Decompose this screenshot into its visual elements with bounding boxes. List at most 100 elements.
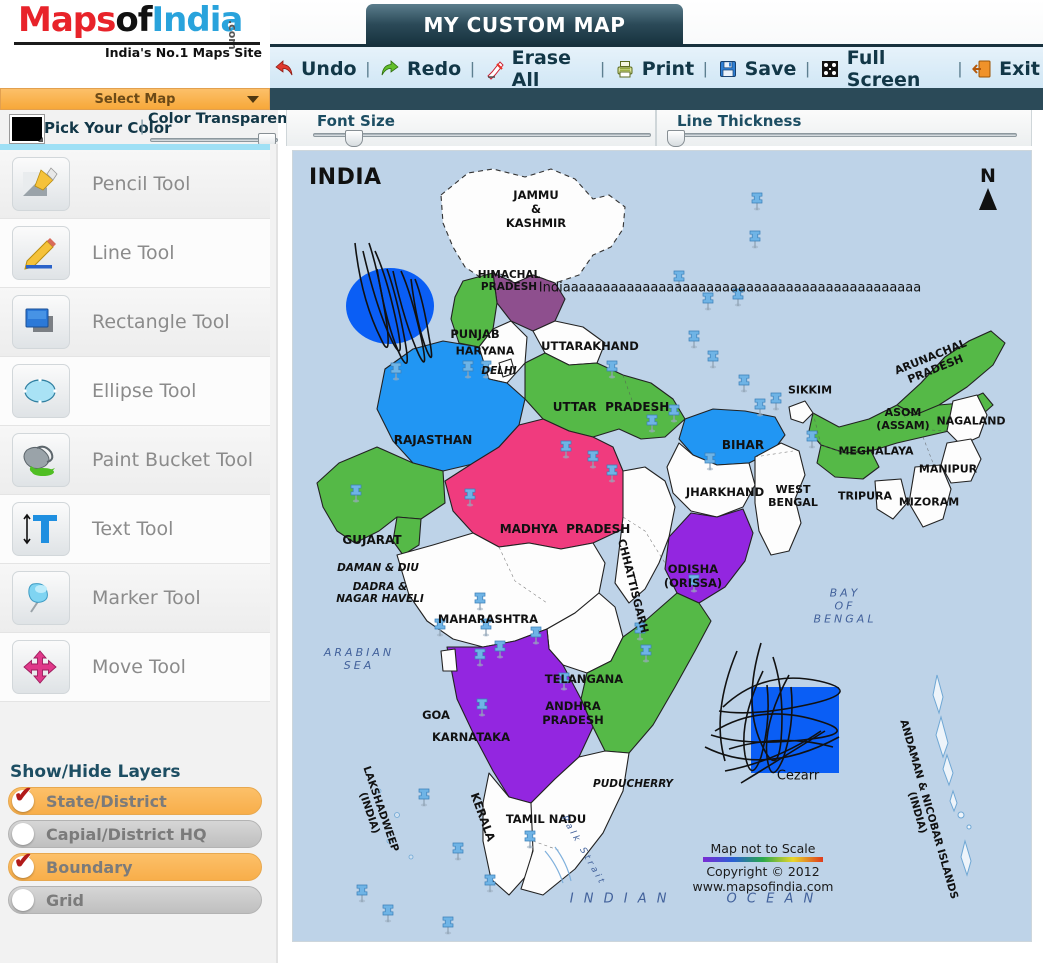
left-sidebar: Pencil Tool Line Tool Rectangle Tool Ellips…: [0, 144, 278, 963]
toolbar-item-label: Redo: [407, 58, 462, 80]
toolbar-separator: |: [957, 59, 963, 78]
pick-color-swatch[interactable]: [10, 115, 44, 143]
layers-panel: Show/Hide Layers ✔ State/District Capial/D…: [0, 754, 270, 919]
paint-bucket-icon-box: [12, 433, 70, 487]
fullscreen-icon: [819, 58, 841, 80]
exit-door-icon: [971, 58, 993, 80]
rectangle-icon-box: [12, 295, 70, 349]
india-map-svg: [316, 168, 1006, 936]
toolbar-item-label: Full Screen: [846, 47, 921, 91]
chevron-down-icon: [247, 96, 259, 103]
toolbar-redo-button[interactable]: Redo: [376, 58, 464, 80]
logo-maps-text: Maps: [18, 0, 116, 40]
tool-label: Line Tool: [92, 242, 175, 264]
toolbar-item-label: Print: [641, 58, 695, 80]
tool-move-tool[interactable]: Move Tool: [0, 633, 270, 702]
layer-toggle-boundary[interactable]: ✔ Boundary: [8, 850, 262, 881]
state-odisha: [664, 508, 754, 604]
lakshadweep-islands: [376, 788, 414, 860]
state-chhattisgarh: [614, 466, 676, 604]
toolbar-exit-button[interactable]: Exit: [968, 58, 1043, 80]
tool-label: Rectangle Tool: [92, 311, 230, 333]
toolbar-item-label: Exit: [999, 58, 1040, 80]
map-credit: Map not to Scale Copyright © 2012 www.ma…: [643, 841, 883, 894]
layer-label: Grid: [46, 890, 84, 910]
state-nagaland: [946, 394, 988, 446]
toolbar-separator: |: [365, 59, 371, 78]
color-transparency-label: Color Transparency: [148, 111, 306, 127]
layer-label: Capial/District HQ: [46, 824, 207, 844]
redo-arrow-icon: [381, 60, 399, 76]
tool-label: Paint Bucket Tool: [92, 449, 253, 471]
layer-label: State/District: [46, 791, 167, 811]
state-west-bengal: [754, 442, 806, 556]
tool-marker-tool[interactable]: Marker Tool: [0, 564, 270, 633]
toolbar-separator: |: [470, 59, 475, 78]
pencil-sketch-icon-box: [12, 157, 70, 211]
check-glyph: ✔: [14, 782, 33, 807]
paint-bucket-icon: [23, 445, 55, 476]
line-pencil-icon-box: [12, 226, 70, 280]
select-map-label: Select Map: [94, 91, 176, 107]
line-thickness-track[interactable]: [673, 133, 1017, 137]
tool-label: Pencil Tool: [92, 173, 191, 195]
rectangle-icon: [25, 308, 53, 332]
tool-rectangle-tool[interactable]: Rectangle Tool: [0, 288, 270, 357]
font-size-track[interactable]: [313, 133, 651, 137]
layer-label: Boundary: [46, 857, 133, 877]
color-controls-row: Pick Your Color | Color Transparency: [0, 110, 305, 150]
mapsofindia-logo[interactable]: MapsofIndia.com: [18, 0, 272, 50]
layer-toggle-state-district[interactable]: ✔ State/District: [8, 782, 262, 815]
layers-heading: Show/Hide Layers: [10, 762, 181, 782]
custom-map-title-tab: MY CUSTOM MAP: [366, 4, 683, 46]
toolbar-item-label: Undo: [301, 58, 357, 80]
font-size-label: Font Size: [317, 112, 395, 130]
eraser-icon: [486, 61, 504, 80]
annotation-india-repeated-text: Indiaaaaaaaaaaaaaaaaaaaaaaaaaaaaaaaaaaaa…: [538, 280, 922, 296]
layer-toggle-grid[interactable]: Grid: [8, 886, 262, 914]
redo-arrow-icon: [379, 58, 401, 80]
font-size-thumb[interactable]: [345, 130, 363, 147]
toggle-knob-icon: [12, 889, 34, 911]
tool-line-tool[interactable]: Line Tool: [0, 219, 270, 288]
controls-divider: |: [140, 118, 145, 135]
tool-list: Pencil Tool Line Tool Rectangle Tool Ellips…: [0, 150, 270, 702]
font-size-panel: Font Size: [286, 110, 656, 147]
undo-arrow-icon: [275, 60, 293, 76]
pushpin-marker-icon-box: [12, 571, 70, 625]
state-manipur: [940, 438, 982, 484]
swatch-dropdown-icon: [33, 137, 43, 142]
printer-icon: [614, 58, 636, 80]
tool-pencil-tool[interactable]: Pencil Tool: [0, 150, 270, 219]
exit-door-icon: [972, 60, 991, 78]
text-t-icon: [23, 513, 57, 545]
toolbar-erase-all-button[interactable]: Erase All: [481, 47, 595, 91]
checkmark-icon: ✔: [12, 850, 34, 878]
select-map-dropdown[interactable]: Select Map: [0, 88, 270, 110]
toolbar-separator: |: [805, 59, 810, 78]
logo-of-text: of: [115, 0, 152, 40]
toolbar-undo-button[interactable]: Undo: [270, 58, 360, 80]
tool-paint-bucket-tool[interactable]: Paint Bucket Tool: [0, 426, 270, 495]
annotation-cezarr-text: Cezarr: [776, 768, 820, 784]
tool-text-tool[interactable]: Text Tool: [0, 495, 270, 564]
undo-arrow-icon: [273, 58, 295, 80]
check-glyph: ✔: [14, 848, 33, 873]
copyright-text: Copyright © 2012 www.mapsofindia.com: [692, 864, 834, 894]
floppy-disk-icon: [717, 58, 739, 80]
four-way-move-icon: [23, 650, 57, 684]
state-sikkim: [788, 400, 814, 424]
toolbar-print-button[interactable]: Print: [611, 58, 697, 80]
andaman-nicobar-islands: [932, 674, 972, 877]
layer-toggle-capial-district-hq[interactable]: Capial/District HQ: [8, 820, 262, 848]
toolbar-save-button[interactable]: Save: [714, 58, 800, 80]
ellipse-icon-box: [12, 364, 70, 418]
header-dark-strip: [270, 88, 1043, 110]
map-canvas[interactable]: INDIA N JAMMU & KASHMIR HIMACHAL PRADESH P…: [292, 150, 1032, 942]
app-header: MapsofIndia.com India's No.1 Maps Site M…: [0, 0, 1043, 93]
toolbar-full-screen-button[interactable]: Full Screen: [816, 47, 952, 91]
tool-label: Text Tool: [92, 518, 174, 540]
brand-tagline: India's No.1 Maps Site: [104, 45, 262, 60]
tool-ellipse-tool[interactable]: Ellipse Tool: [0, 357, 270, 426]
line-thickness-thumb[interactable]: [667, 130, 685, 147]
